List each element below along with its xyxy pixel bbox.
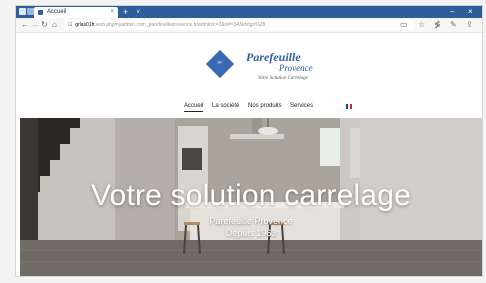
browser-window: Accueil × + ∨ – × ← → ↻ ⌂ ⊡ grlas01fr.web… xyxy=(16,6,482,276)
logo-mark-text: PF xyxy=(217,60,223,65)
refresh-icon[interactable]: ↻ xyxy=(41,19,48,31)
flag-stripe-red xyxy=(350,104,352,109)
tab-list-chevron-icon[interactable]: ∨ xyxy=(136,6,140,18)
tab-title: Accueil xyxy=(47,9,67,15)
minimize-button[interactable]: – xyxy=(450,6,454,18)
back-icon[interactable]: ← xyxy=(21,19,29,31)
new-tab-button[interactable]: + xyxy=(123,6,128,18)
site-favicon-icon xyxy=(38,10,43,15)
nav-item-services[interactable]: Services xyxy=(290,102,313,111)
hero-subtitle-since: Depuis 1963 xyxy=(225,228,277,238)
tab-preview-icon[interactable] xyxy=(27,8,34,15)
tab-close-icon[interactable]: × xyxy=(110,8,114,17)
favorite-star-icon[interactable]: ☆ xyxy=(418,19,425,31)
logo-name[interactable]: Parefeuille xyxy=(246,50,301,64)
home-icon[interactable]: ⌂ xyxy=(52,19,57,31)
close-window-button[interactable]: × xyxy=(468,6,473,18)
url-host: grlas01fr xyxy=(75,22,95,28)
address-bar-row: ← → ↻ ⌂ ⊡ grlas01fr.web.phpmyadmin.com_pa… xyxy=(16,18,482,33)
nav-item-accueil[interactable]: Accueil xyxy=(184,102,204,112)
url-path: .web.phpmyadmin.com_parefeuilleprovence.… xyxy=(94,22,266,28)
tab-accueil[interactable]: Accueil × xyxy=(34,7,118,18)
forward-icon[interactable]: → xyxy=(31,19,39,31)
hero-title: Votre solution carrelage xyxy=(91,179,411,212)
language-flag-icon[interactable] xyxy=(346,104,352,109)
screen-photo: Accueil × + ∨ – × ← → ↻ ⌂ ⊡ grlas01fr.web… xyxy=(0,0,486,283)
logo-place[interactable]: Provence xyxy=(279,63,313,73)
logo-tagline: Votre Solution Carrelage xyxy=(258,76,308,81)
favorites-list-icon[interactable]: ≸ xyxy=(434,19,441,31)
reading-view-icon[interactable]: ▭ xyxy=(400,19,408,31)
hero-banner: Votre solution carrelage Parefeuille Pro… xyxy=(20,118,482,276)
nav-item-la-societe[interactable]: La société xyxy=(212,102,239,111)
pen-icon[interactable]: ✎ xyxy=(450,19,457,31)
lock-icon: ⊡ xyxy=(68,22,73,28)
window-menu-icon[interactable] xyxy=(19,8,26,15)
nav-item-nos-produits[interactable]: Nos produits xyxy=(248,102,282,111)
url-field[interactable]: ⊡ grlas01fr.web.phpmyadmin.com_parefeuill… xyxy=(64,20,414,30)
tab-bar: Accueil × + ∨ – × xyxy=(16,6,482,18)
hero-subtitle-company: Parefeuille Provence xyxy=(209,216,293,226)
share-icon[interactable]: ⇪ xyxy=(466,19,473,31)
